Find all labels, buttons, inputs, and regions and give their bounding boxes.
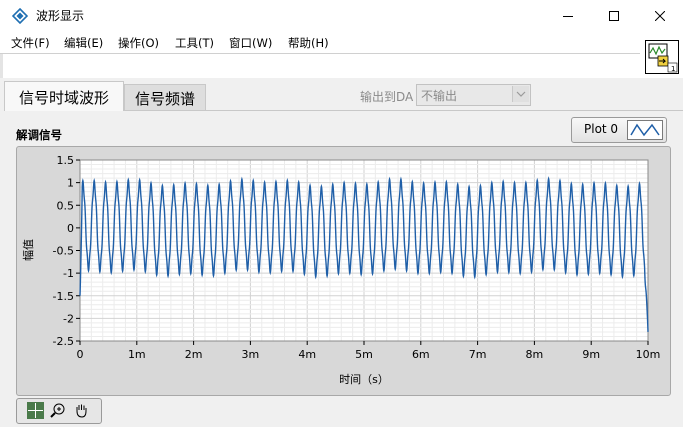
x-tick-label: 7m	[469, 348, 487, 361]
x-tick-label: 2m	[185, 348, 203, 361]
y-tick-label: 1.5	[57, 154, 75, 167]
y-tick-label: 0	[67, 222, 74, 235]
x-tick-label: 3m	[242, 348, 260, 361]
x-tick-label: 1m	[128, 348, 146, 361]
zoom-tool-button[interactable]	[50, 402, 67, 419]
cursor-tool-button[interactable]	[27, 402, 44, 419]
x-tick-label: 8m	[526, 348, 544, 361]
y-axis-label: 幅值	[22, 239, 35, 261]
y-tick-label: 0.5	[57, 199, 75, 212]
zoom-icon	[50, 403, 65, 418]
y-tick-label: -1.5	[53, 290, 74, 303]
crosshair-icon	[28, 403, 43, 418]
x-axis-label: 时间（s）	[339, 373, 389, 386]
pan-tool-button[interactable]	[73, 402, 90, 419]
graph-tools-palette	[16, 398, 102, 424]
x-tick-label: 6m	[412, 348, 430, 361]
x-tick-label: 0	[77, 348, 84, 361]
x-tick-label: 5m	[355, 348, 373, 361]
x-tick-label: 9m	[582, 348, 600, 361]
waveform-chart[interactable]: 0 1m 2m 3m 4m 5m 6m 7m 8m 9m 10m 1.5 1 0.5 0 -0.5 -1 -1.5…	[0, 0, 683, 427]
y-tick-label: -1	[63, 267, 74, 280]
x-tick-label: 10m	[636, 348, 661, 361]
y-tick-label: -2.5	[53, 335, 74, 348]
x-tick-label: 4m	[298, 348, 316, 361]
y-tick-label: 1	[67, 177, 74, 190]
y-tick-label: -0.5	[53, 245, 74, 258]
hand-icon	[76, 404, 87, 418]
y-tick-label: -2	[63, 312, 74, 325]
